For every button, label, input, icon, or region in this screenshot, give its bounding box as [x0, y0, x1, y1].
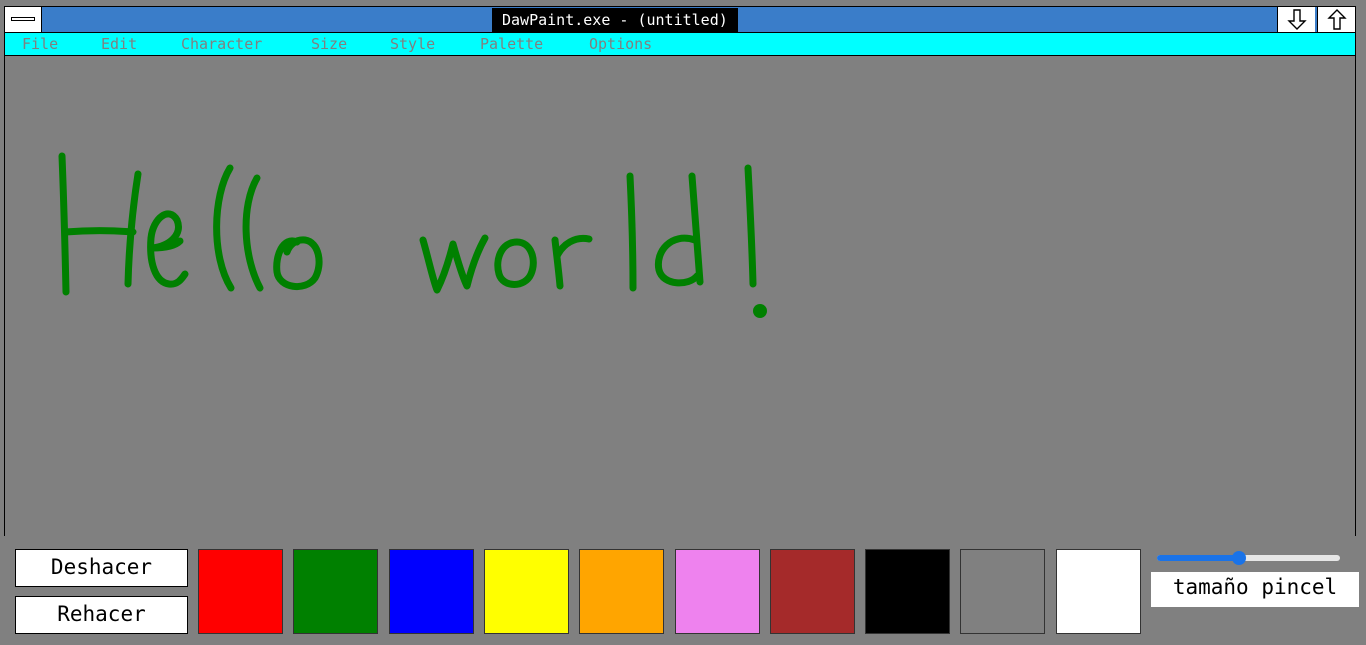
menu-file[interactable]: File: [22, 35, 58, 53]
stroke-H-right: [124, 170, 142, 288]
window-title: DawPaint.exe - (untitled): [492, 8, 738, 32]
menu-style[interactable]: Style: [390, 35, 435, 53]
maximize-button[interactable]: [1317, 7, 1355, 32]
stroke-l3: [626, 172, 637, 292]
app-window: DawPaint.exe - (untitled) File Edit Char…: [4, 6, 1356, 536]
stroke-H-left: [58, 152, 70, 296]
system-menu-button[interactable]: [5, 7, 42, 32]
arrow-down-icon: [1287, 9, 1307, 30]
stroke-d-stem: [688, 172, 704, 286]
stroke-excl: [744, 164, 757, 288]
menu-size[interactable]: Size: [311, 35, 347, 53]
color-swatch-green[interactable]: [293, 549, 378, 634]
stroke-l1: [213, 164, 235, 292]
color-swatch-red[interactable]: [198, 549, 283, 634]
menu-bar: File Edit Character Size Style Palette O…: [5, 33, 1355, 56]
brush-size-slider[interactable]: [1157, 551, 1340, 565]
slider-thumb[interactable]: [1232, 551, 1247, 565]
menu-edit[interactable]: Edit: [101, 35, 137, 53]
drawing-canvas[interactable]: [5, 56, 1355, 536]
freehand-drawing: [58, 152, 767, 318]
color-swatch-brown[interactable]: [770, 549, 855, 634]
color-swatch-blue[interactable]: [389, 549, 474, 634]
stroke-w: [419, 234, 489, 294]
minimize-button[interactable]: [1277, 7, 1315, 32]
stroke-o: [273, 236, 323, 290]
color-swatch-white[interactable]: [1056, 549, 1141, 634]
arrow-up-icon: [1327, 9, 1347, 30]
system-menu-icon: [11, 17, 35, 21]
title-bar: DawPaint.exe - (untitled): [5, 7, 1355, 33]
slider-fill: [1157, 555, 1240, 561]
undo-button[interactable]: Deshacer: [15, 549, 188, 587]
stroke-l2: [242, 174, 264, 292]
stroke-o2: [494, 238, 537, 288]
menu-character[interactable]: Character: [181, 35, 262, 53]
stroke-r-arm: [553, 234, 593, 260]
redo-button[interactable]: Rehacer: [15, 596, 188, 634]
brush-size-label: tamaño pincel: [1151, 572, 1359, 607]
menu-options[interactable]: Options: [589, 35, 652, 53]
color-swatch-yellow[interactable]: [484, 549, 569, 634]
menu-palette[interactable]: Palette: [480, 35, 543, 53]
stroke-excl-dot: [753, 304, 767, 318]
color-swatch-orange[interactable]: [579, 549, 664, 634]
color-swatch-violet[interactable]: [675, 549, 760, 634]
stroke-H-mid: [61, 227, 137, 236]
stroke-d-bowl: [654, 234, 701, 287]
color-swatch-black[interactable]: [865, 549, 950, 634]
color-swatch-gray[interactable]: [960, 549, 1045, 634]
